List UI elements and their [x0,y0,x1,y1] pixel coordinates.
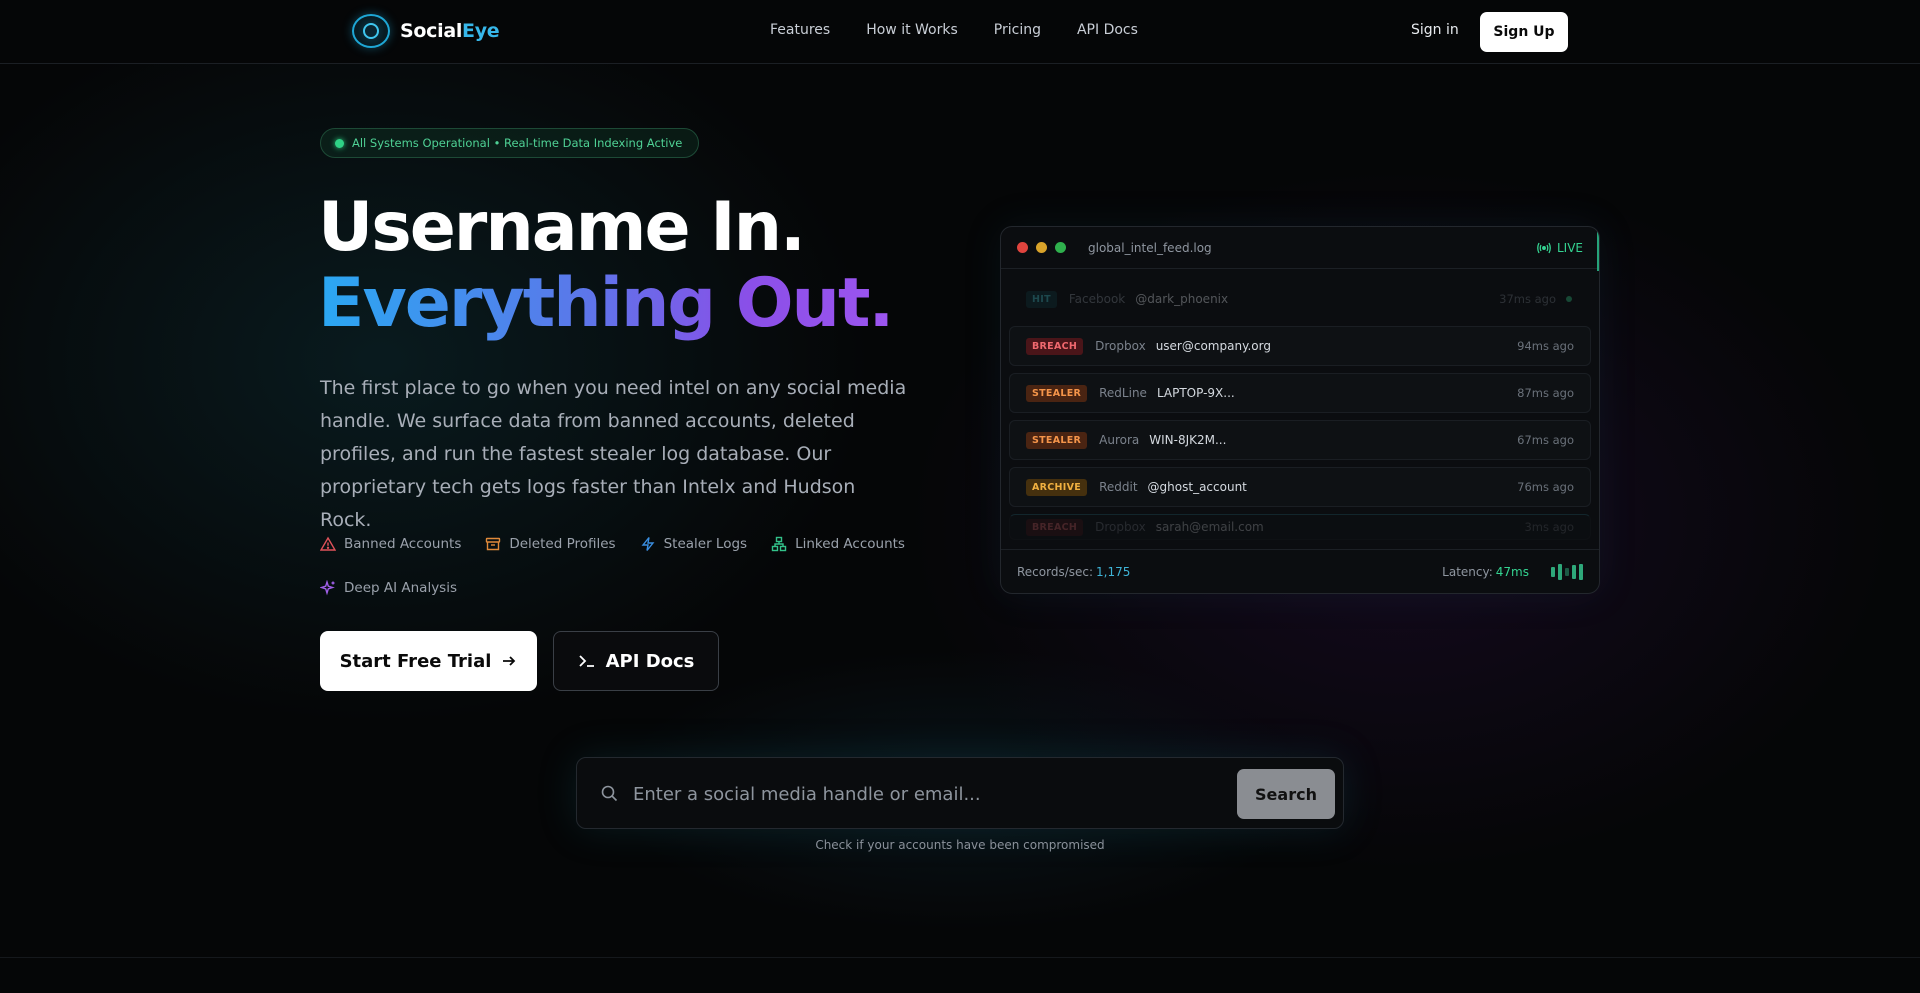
status-badge: All Systems Operational • Real-time Data… [320,128,700,158]
new-dot-icon [1566,296,1572,302]
terminal-footer: Records/sec: 1,175 Latency: 47ms [1001,549,1599,593]
latency-readout: Latency: 47ms [1442,564,1529,579]
archive-box-icon [486,537,501,551]
section-divider [0,957,1920,958]
search-bar: Search [576,757,1344,829]
live-intel-terminal: global_intel_feed.log LIVE HIT Facebook … [1000,226,1600,594]
terminal-prompt-icon [578,655,594,667]
feature-deleted-profiles: Deleted Profiles [485,532,616,556]
brand-name: SocialEye [400,20,500,42]
sign-in-link[interactable]: Sign in [1411,22,1459,38]
signal-bars-icon [1551,564,1583,580]
feed-row: BREACH Dropbox sarah@email.com 3ms ago [1009,514,1591,540]
feature-list: Banned Accounts Deleted Profiles Stealer… [320,532,920,600]
top-nav: SocialEye Features How it Works Pricing … [0,0,1920,64]
search-icon [601,785,618,802]
search-input[interactable] [633,776,1223,812]
brand-logo[interactable]: SocialEye [352,14,500,48]
feed-row: ARCHIVE Reddit @ghost_account 76ms ago [1009,467,1591,507]
broadcast-icon [1537,242,1551,254]
eye-logo-icon [352,14,390,48]
feed-row: STEALER Aurora WIN-8JK2M... 67ms ago [1009,420,1591,460]
nav-link-features[interactable]: Features [770,22,830,38]
status-text: All Systems Operational • Real-time Data… [352,136,683,150]
terminal-header: global_intel_feed.log LIVE [1001,227,1599,269]
hero-title-line1: Username In. [318,188,806,267]
feature-deep-ai-analysis: Deep AI Analysis [320,576,457,600]
status-dot-icon [335,138,344,148]
search-hint: Check if your accounts have been comprom… [815,838,1105,852]
feed-rows: HIT Facebook @dark_phoenix 37ms ago BREA… [1009,279,1591,547]
records-per-sec: Records/sec: 1,175 [1017,564,1131,579]
terminal-filename: global_intel_feed.log [1088,240,1212,255]
sparkles-icon [320,580,335,596]
sign-up-button[interactable]: Sign Up [1480,12,1568,52]
nav-link-pricing[interactable]: Pricing [994,22,1041,38]
feed-row: BREACH Dropbox user@company.org 94ms ago [1009,326,1591,366]
api-docs-button[interactable]: API Docs [553,631,719,691]
nav-links: Features How it Works Pricing API Docs [770,22,1138,38]
start-free-trial-button[interactable]: Start Free Trial [320,631,537,691]
feed-row: STEALER RedLine LAPTOP-9X... 87ms ago [1009,373,1591,413]
network-icon [771,536,787,552]
nav-link-api-docs[interactable]: API Docs [1077,22,1138,38]
search-button[interactable]: Search [1237,769,1335,819]
hero-title-line2: Everything Out. [318,264,894,343]
close-dot-icon [1017,242,1028,253]
feature-linked-accounts: Linked Accounts [771,532,905,556]
arrow-right-icon [503,656,516,666]
hero-description: The first place to go when you need inte… [320,377,907,531]
maximize-dot-icon [1055,242,1066,253]
feature-stealer-logs: Stealer Logs [640,532,747,556]
feed-row: HIT Facebook @dark_phoenix 37ms ago [1009,279,1591,319]
lightning-icon [641,537,655,551]
nav-link-how-it-works[interactable]: How it Works [866,22,958,38]
warning-triangle-icon [320,536,336,551]
live-indicator: LIVE [1537,241,1583,255]
minimize-dot-icon [1036,242,1047,253]
feature-banned-accounts: Banned Accounts [320,532,461,556]
